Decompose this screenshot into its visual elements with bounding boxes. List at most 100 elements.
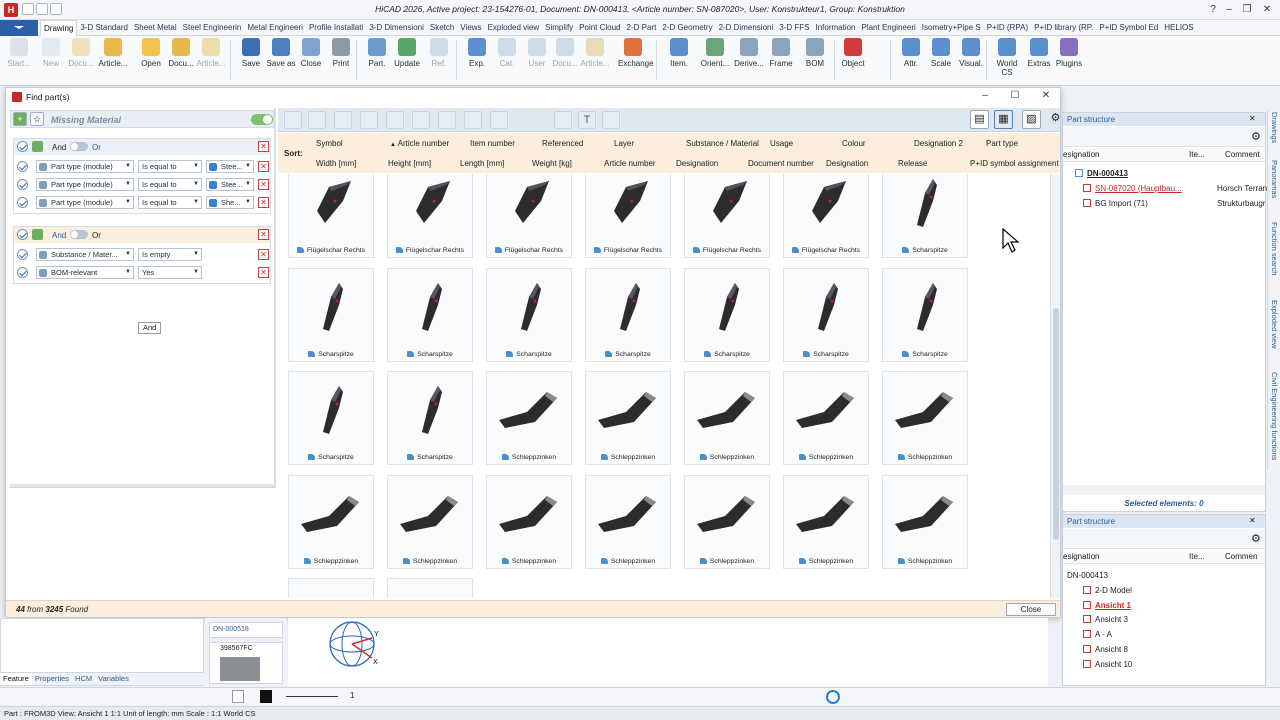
- ribbon-button[interactable]: Visual.: [956, 38, 986, 68]
- ribbon-button[interactable]: BOM: [800, 38, 830, 68]
- tab-3-d-standard[interactable]: 3-D Standard: [77, 20, 131, 36]
- result-card[interactable]: Scharspitze: [288, 371, 374, 465]
- result-card[interactable]: [288, 578, 374, 598]
- tab-steel-engineerin[interactable]: Steel Engineerin: [180, 20, 245, 36]
- check-icon[interactable]: [17, 141, 28, 152]
- tree-item[interactable]: A - A: [1083, 630, 1112, 639]
- minimize-icon[interactable]: –: [1222, 3, 1236, 17]
- sort-column[interactable]: Layer: [614, 139, 634, 148]
- grid-view-icon[interactable]: ▦: [994, 110, 1013, 129]
- ribbon-button[interactable]: World CS: [992, 38, 1022, 77]
- sort-column[interactable]: ▲ Article number: [390, 139, 449, 148]
- drawing-area[interactable]: Y X: [288, 618, 1048, 686]
- ribbon-button[interactable]: Docu...: [66, 38, 96, 68]
- ribbon-button[interactable]: New: [36, 38, 66, 68]
- field-select[interactable]: Substance / Mater...: [36, 248, 134, 261]
- col-designation[interactable]: esignation: [1063, 552, 1099, 561]
- field-select[interactable]: Part type (module): [36, 196, 134, 209]
- sort-column[interactable]: Designation: [826, 159, 868, 168]
- tool-icon[interactable]: [464, 111, 482, 129]
- tab-plant-engineeri[interactable]: Plant Engineeri: [859, 20, 919, 36]
- remove-condition-icon[interactable]: ✕: [258, 249, 269, 260]
- tab-exploded-view[interactable]: Exploded view: [485, 20, 543, 36]
- tool-icon[interactable]: [490, 111, 508, 129]
- remove-condition-icon[interactable]: ✕: [258, 267, 269, 278]
- tab-3-d-ffs[interactable]: 3-D FFS: [776, 20, 812, 36]
- tool-icon[interactable]: [438, 111, 456, 129]
- group-add-icon[interactable]: [32, 229, 43, 240]
- result-card[interactable]: Schleppzinken: [684, 371, 770, 465]
- tool-icon[interactable]: [554, 111, 572, 129]
- col-comment[interactable]: Comment: [1225, 150, 1260, 159]
- add-filter-icon[interactable]: +: [13, 112, 27, 126]
- tab-views[interactable]: Views: [457, 20, 484, 36]
- result-card[interactable]: Scharspitze: [387, 371, 473, 465]
- gear-icon[interactable]: ⚙: [1251, 532, 1261, 545]
- minimize-icon[interactable]: –: [978, 89, 992, 103]
- ribbon-button[interactable]: Article...: [98, 38, 128, 68]
- refresh-icon[interactable]: [826, 690, 840, 704]
- close-icon[interactable]: ✕: [1249, 516, 1256, 525]
- result-card[interactable]: Schleppzinken: [684, 474, 770, 569]
- tree-item[interactable]: BG Import (71): [1083, 199, 1148, 208]
- ribbon-button[interactable]: Close: [296, 38, 326, 68]
- result-card[interactable]: Scharspitze: [585, 267, 671, 362]
- tab-2-d-dimensioni[interactable]: 2-D Dimensioni: [716, 20, 777, 36]
- sort-column[interactable]: Substance / Material: [686, 139, 759, 148]
- scrollbar-thumb[interactable]: [1053, 308, 1059, 540]
- ribbon-button[interactable]: Plugins: [1054, 38, 1084, 68]
- field-select[interactable]: Part type (module): [36, 178, 134, 191]
- and-or-toggle[interactable]: [70, 142, 88, 151]
- tab-drawing[interactable]: Drawing: [40, 20, 78, 36]
- sort-column[interactable]: Referenced: [542, 139, 583, 148]
- value-select[interactable]: Stee...: [206, 178, 254, 191]
- page-icon[interactable]: [232, 690, 244, 703]
- filter-active-toggle[interactable]: [251, 114, 273, 125]
- tree-item[interactable]: SN-087020 (Hauptbau...: [1083, 184, 1182, 193]
- result-card[interactable]: Flügelschar Rechts: [387, 174, 473, 258]
- ribbon-button[interactable]: Docu...: [550, 38, 580, 68]
- result-card[interactable]: Schleppzinken: [288, 474, 374, 569]
- remove-group-icon[interactable]: ✕: [258, 229, 269, 240]
- preview-icon[interactable]: ▨: [1022, 110, 1041, 129]
- ribbon-button[interactable]: Print: [326, 38, 356, 68]
- sort-column[interactable]: Weight [kg]: [532, 159, 572, 168]
- refresh-icon[interactable]: [308, 111, 326, 129]
- tab-properties[interactable]: Properties: [32, 673, 72, 685]
- thumbnail-item[interactable]: DN-000518: [209, 622, 283, 638]
- ribbon-button[interactable]: Start...: [4, 38, 34, 68]
- tree-item[interactable]: Ansicht 8: [1083, 645, 1128, 654]
- restore-icon[interactable]: ❐: [1240, 3, 1254, 17]
- result-card[interactable]: Flügelschar Rechts: [585, 174, 671, 258]
- maximize-icon[interactable]: ☐: [1008, 89, 1022, 103]
- sort-column[interactable]: P+ID symbol assignment: [970, 159, 1059, 168]
- ribbon-button[interactable]: Exchange: [618, 38, 654, 68]
- ribbon-button[interactable]: Save as: [266, 38, 296, 68]
- sort-column[interactable]: Height [mm]: [388, 159, 431, 168]
- close-button[interactable]: Close: [1006, 603, 1056, 616]
- tab-isometry-pipe-s[interactable]: Isometry+Pipe S: [919, 20, 984, 36]
- ribbon-button[interactable]: Update: [392, 38, 422, 68]
- ribbon-button[interactable]: Docu...: [166, 38, 196, 68]
- tool-icon[interactable]: [386, 111, 404, 129]
- ribbon-button[interactable]: Cat.: [492, 38, 522, 68]
- horizontal-scrollbar[interactable]: [1063, 485, 1265, 495]
- col-designation[interactable]: esignation: [1063, 150, 1099, 159]
- favorite-star-icon[interactable]: ☆: [30, 112, 44, 126]
- ribbon-button[interactable]: Ref.: [424, 38, 454, 68]
- sort-column[interactable]: Length [mm]: [460, 159, 504, 168]
- result-card[interactable]: Schleppzinken: [882, 474, 968, 569]
- ribbon-button[interactable]: Orient...: [700, 38, 730, 68]
- check-icon[interactable]: [17, 161, 28, 172]
- ribbon-button[interactable]: Extras: [1024, 38, 1054, 68]
- tree-item[interactable]: DN-000413: [1075, 169, 1128, 178]
- operator-select[interactable]: Is equal to: [138, 196, 202, 209]
- tree-item[interactable]: Ansicht 3: [1083, 615, 1128, 624]
- field-select[interactable]: Part type (module): [36, 160, 134, 173]
- tab-sheet-metal[interactable]: Sheet Metal: [131, 20, 180, 36]
- operator-select[interactable]: Is equal to: [138, 160, 202, 173]
- ribbon-button[interactable]: Frame: [766, 38, 796, 68]
- result-card[interactable]: Schleppzinken: [783, 474, 869, 569]
- group-add-icon[interactable]: [32, 141, 43, 152]
- tree-item[interactable]: Ansicht 10: [1083, 659, 1132, 669]
